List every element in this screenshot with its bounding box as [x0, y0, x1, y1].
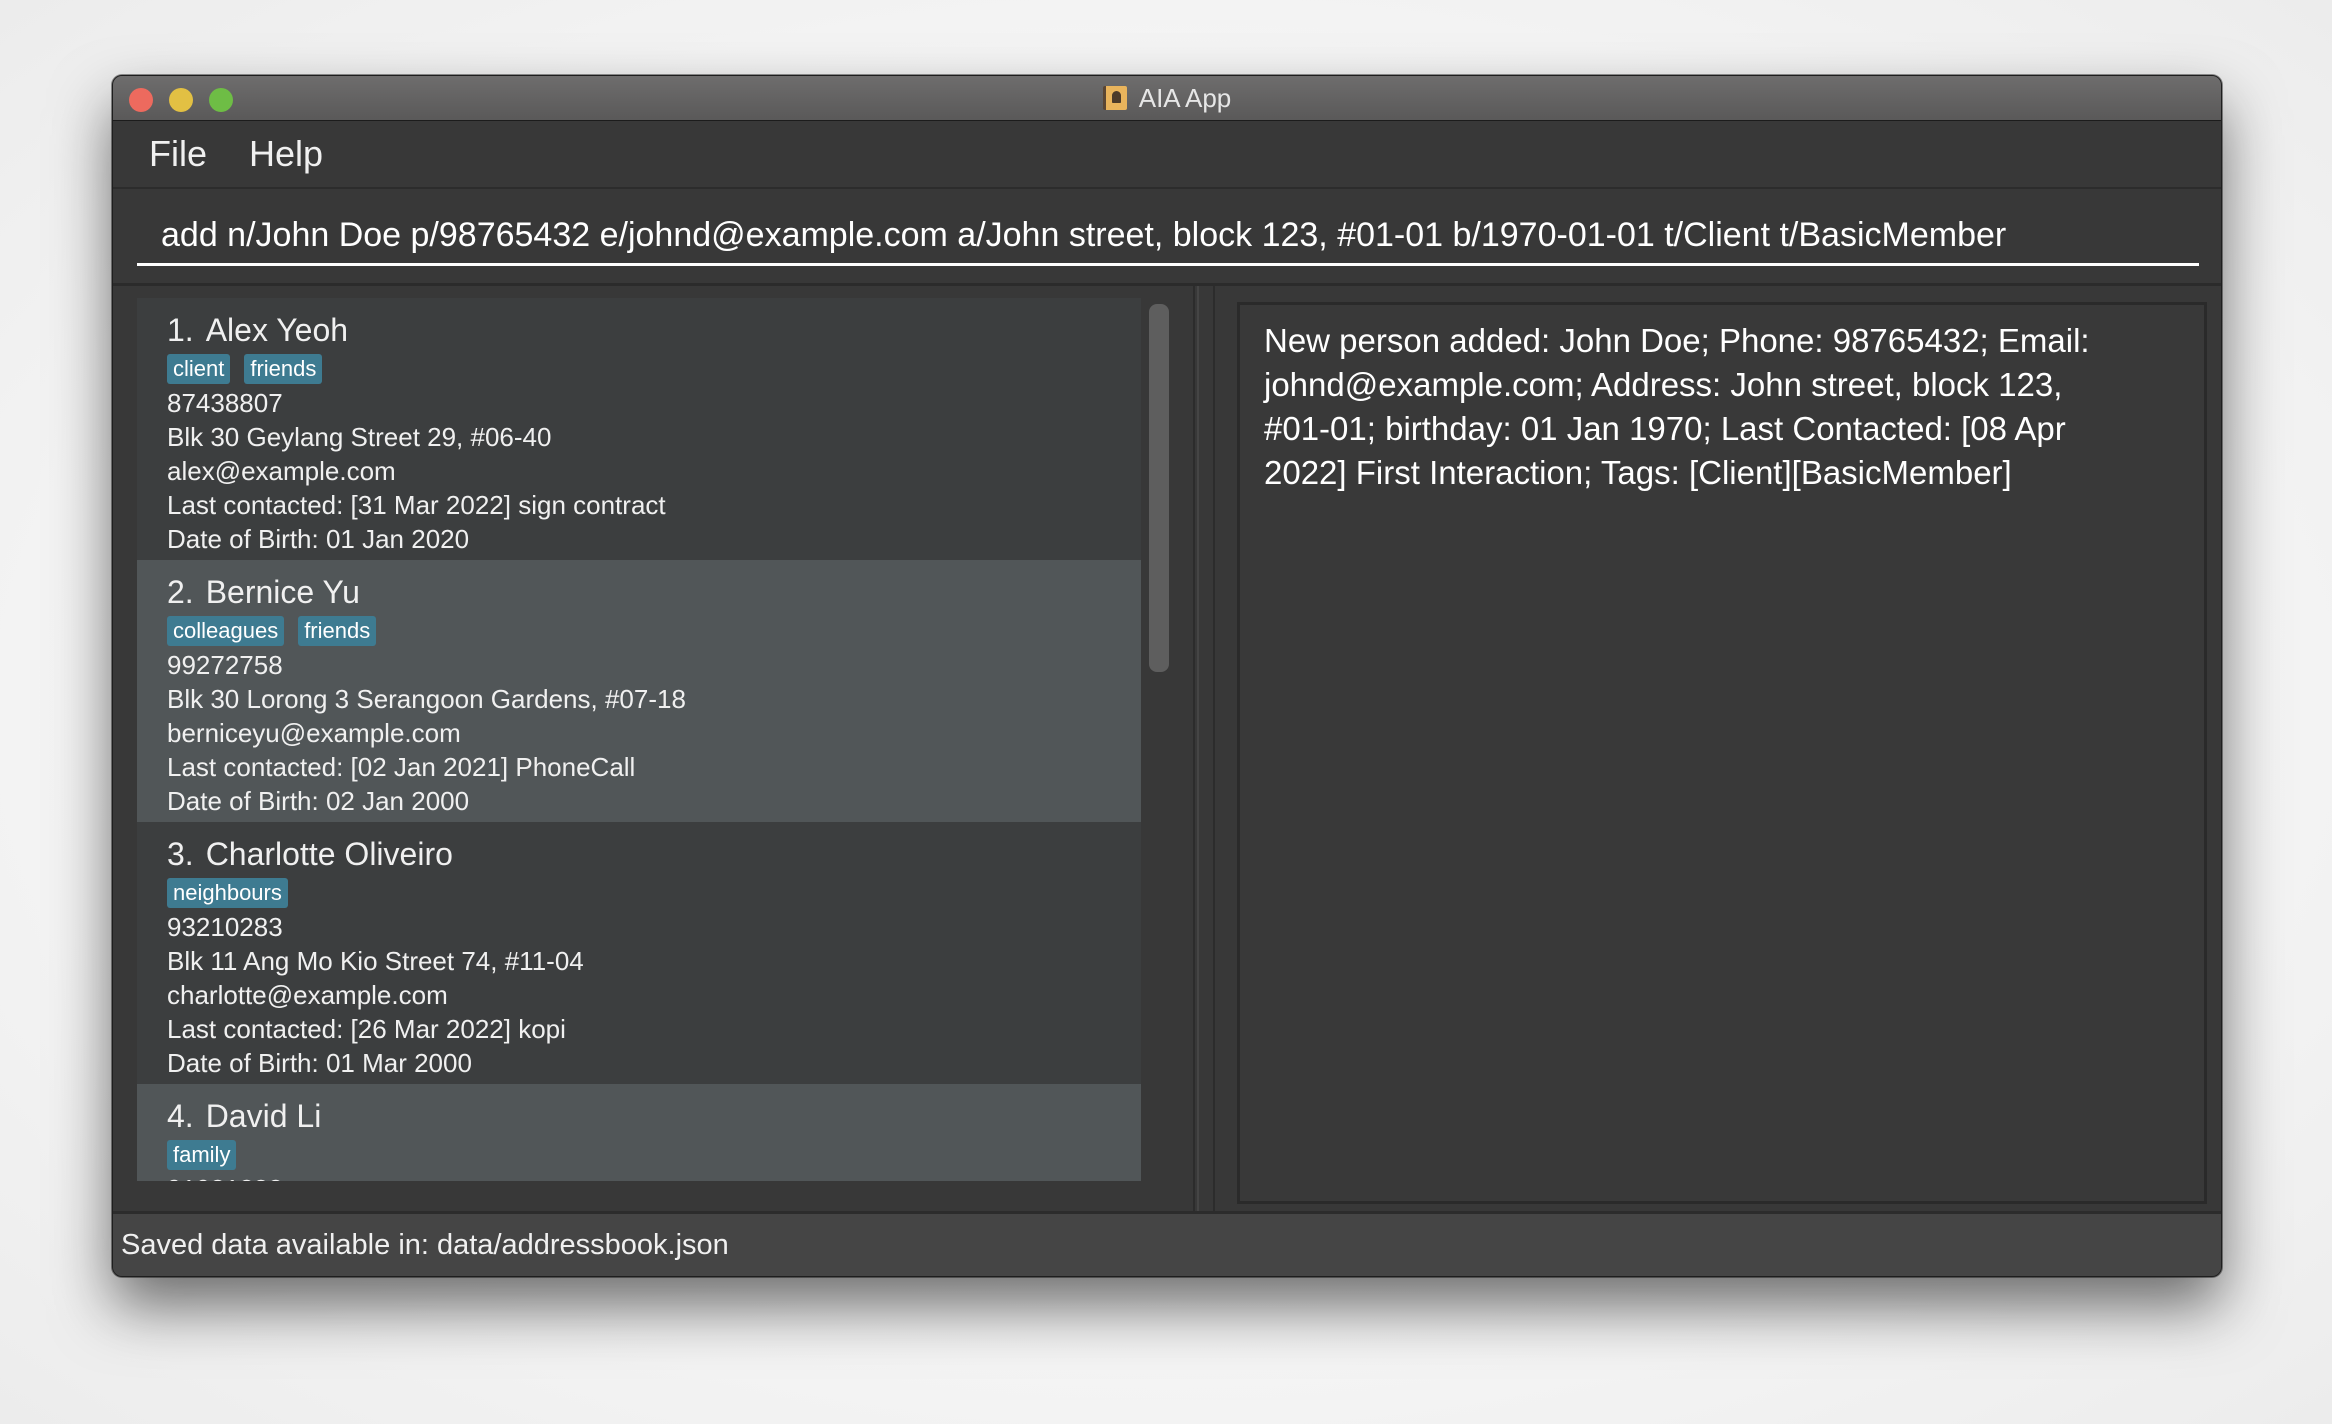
person-index: 2. — [167, 574, 194, 610]
person-index: 1. — [167, 312, 194, 348]
person-date-of-birth: Date of Birth: 02 Jan 2000 — [167, 786, 470, 816]
person-phone: 91031282 — [167, 1172, 1141, 1181]
person-list-panel: 1. Alex Yeoh client friends 87438807 Blk 30 G… — [113, 286, 1195, 1216]
result-message: New person added: John Doe; Phone: 98765… — [1264, 322, 2090, 491]
person-card[interactable]: 4. David Li family 91031282 — [137, 1084, 1141, 1181]
person-date-of-birth: Date of Birth: 01 Jan 2020 — [167, 524, 470, 554]
person-last-contacted: Last contacted: [26 Mar 2022] kopi — [167, 1014, 566, 1044]
person-name: David Li — [205, 1098, 322, 1134]
person-last-contacted: Last contacted: [02 Jan 2021] PhoneCall — [167, 752, 636, 782]
person-phone: 93210283 — [167, 912, 283, 942]
person-card[interactable]: 3. Charlotte Oliveiro neighbours 93210283 Bl… — [137, 822, 1141, 1084]
person-index: 4. — [167, 1098, 194, 1134]
person-tags: client friends — [167, 352, 1141, 386]
person-email: berniceyu@example.com — [167, 718, 461, 748]
person-address: Blk 11 Ang Mo Kio Street 74, #11-04 — [167, 946, 584, 976]
menu-help[interactable]: Help — [249, 133, 323, 175]
result-display[interactable]: New person added: John Doe; Phone: 98765… — [1237, 302, 2207, 1204]
person-tags: family — [167, 1138, 1141, 1172]
person-card[interactable]: 1. Alex Yeoh client friends 87438807 Blk 30 G… — [137, 298, 1141, 560]
tag-badge: neighbours — [167, 878, 288, 908]
menu-file[interactable]: File — [149, 133, 207, 175]
status-bar: Saved data available in: data/addressboo… — [113, 1211, 2221, 1276]
window-title-group: AIA App — [113, 76, 2221, 120]
person-name: Bernice Yu — [205, 574, 360, 610]
app-window: AIA App File Help 1. Alex Yeoh client frien… — [112, 75, 2222, 1277]
person-phone: 87438807 — [167, 388, 283, 418]
person-email: alex@example.com — [167, 456, 396, 486]
tag-badge: client — [167, 354, 231, 384]
person-card-header: 1. Alex Yeoh — [167, 310, 1141, 350]
person-name: Charlotte Oliveiro — [205, 836, 453, 872]
tag-badge: friends — [244, 354, 323, 384]
person-card[interactable]: 2. Bernice Yu colleagues friends 99272758 Blk… — [137, 560, 1141, 822]
person-email: charlotte@example.com — [167, 980, 448, 1010]
tag-badge: friends — [298, 616, 377, 646]
result-panel: New person added: John Doe; Phone: 98765… — [1213, 286, 2221, 1216]
person-phone: 99272758 — [167, 650, 283, 680]
address-book-icon — [1102, 86, 1127, 110]
tag-badge: family — [167, 1140, 237, 1170]
person-address: Blk 30 Geylang Street 29, #06-40 — [167, 422, 552, 452]
person-last-contacted: Last contacted: [31 Mar 2022] sign contr… — [167, 490, 666, 520]
command-input[interactable] — [137, 207, 2199, 266]
person-date-of-birth: Date of Birth: 01 Mar 2000 — [167, 1048, 472, 1078]
person-tags: neighbours — [167, 876, 1141, 910]
command-box — [113, 189, 2221, 286]
person-card-header: 3. Charlotte Oliveiro — [167, 834, 1141, 874]
person-card-header: 2. Bernice Yu — [167, 572, 1141, 612]
person-list-scrollbar[interactable] — [1149, 304, 1169, 672]
menu-bar: File Help — [113, 121, 2221, 189]
window-title: AIA App — [1138, 82, 1232, 113]
save-location-status: Saved data available in: data/addressboo… — [121, 1228, 729, 1261]
person-card-header: 4. David Li — [167, 1096, 1141, 1136]
person-name: Alex Yeoh — [205, 312, 349, 348]
title-bar[interactable]: AIA App — [113, 76, 2221, 121]
split-pane-divider[interactable] — [1197, 286, 1199, 1216]
person-address: Blk 30 Lorong 3 Serangoon Gardens, #07-1… — [167, 684, 686, 714]
person-list[interactable]: 1. Alex Yeoh client friends 87438807 Blk 30 G… — [137, 298, 1141, 1181]
person-tags: colleagues friends — [167, 614, 1141, 648]
person-index: 3. — [167, 836, 194, 872]
tag-badge: colleagues — [167, 616, 285, 646]
